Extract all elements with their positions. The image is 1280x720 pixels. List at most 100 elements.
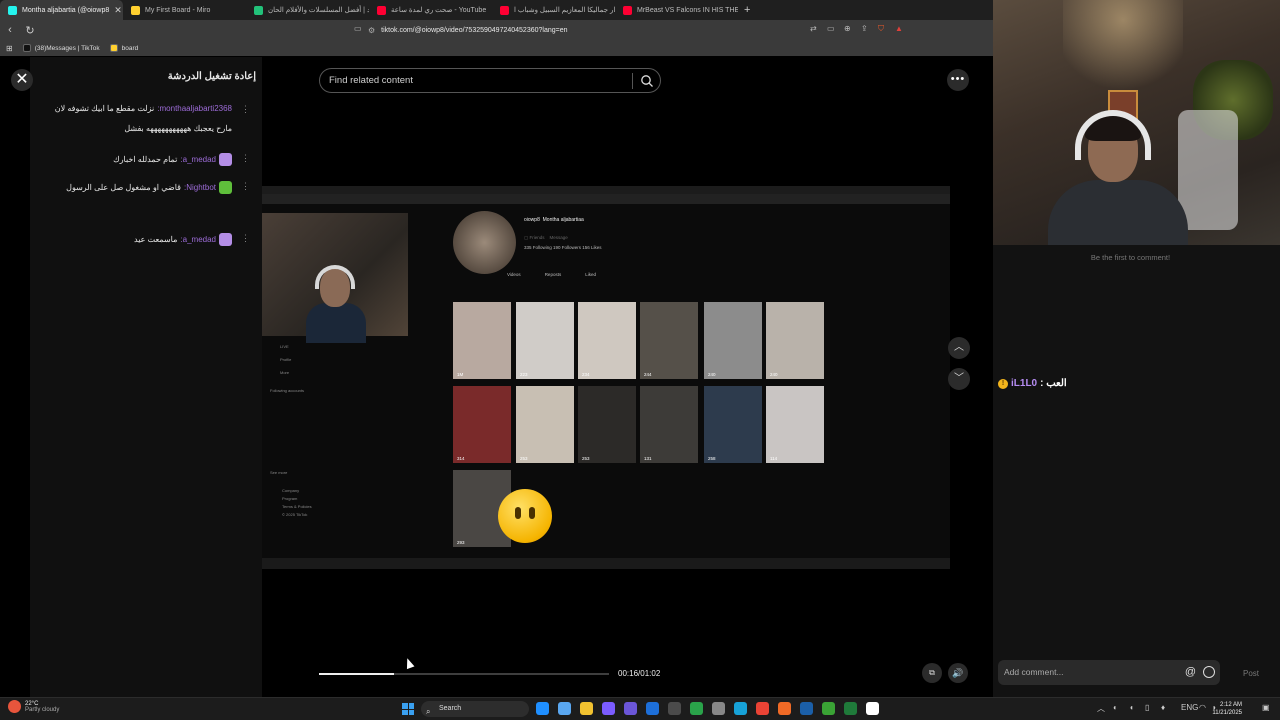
weather-icon [8, 700, 21, 713]
chat-username[interactable]: a_medad: [180, 155, 216, 164]
comment-input[interactable]: Add comment... @ [998, 660, 1220, 685]
recorded-video-thumbnail: 223 [516, 302, 574, 379]
taskbar-app-icon[interactable] [580, 702, 593, 715]
chat-text: تمام حمدلله اخبارك [113, 155, 178, 164]
chat-text: قاضي او مشغول صل على الرسول [66, 183, 181, 192]
search-icon[interactable] [640, 74, 654, 88]
streamer-webcam [993, 0, 1280, 245]
recorded-webcam [262, 213, 408, 343]
bookmarks-bar: ⊞ (38)Messages | TikTok board [0, 40, 993, 56]
recorded-sidebar-item: LIVE [280, 344, 289, 349]
chat-text: ماسمعت عيد [134, 235, 178, 244]
bookmark-icon[interactable]: ▭ [354, 24, 362, 36]
chat-username[interactable]: monthaaljabarti2368: [157, 104, 232, 113]
previous-video-button[interactable]: ︿ [948, 337, 970, 359]
tray-app-icon[interactable]: ◐ [1113, 703, 1118, 712]
tray-battery-icon[interactable]: ▯ [1145, 703, 1149, 712]
tray-wifi-icon[interactable]: ◠ [1199, 703, 1206, 712]
bookmark-favicon-icon [22, 44, 31, 52]
clock[interactable]: 2:12 AM 11/21/2025 [1212, 701, 1242, 717]
more-options-button[interactable]: ••• [947, 69, 969, 91]
tray-audio-icon[interactable]: ◖ [1129, 703, 1134, 712]
apps-grid-icon[interactable]: ⊞ [6, 44, 13, 53]
chat-more-icon[interactable]: ⋮ [241, 233, 250, 244]
taskbar-search[interactable]: ⌕ Search [421, 701, 529, 717]
browser-tab[interactable]: صحت ري لمدة ساعة - YouTube [369, 0, 492, 20]
taskbar-app-icon[interactable] [712, 702, 725, 715]
weather-widget[interactable]: 22°C Partly cloudy [8, 700, 59, 713]
tray-language[interactable]: ENG [1181, 703, 1198, 712]
chat-more-icon[interactable]: ⋮ [241, 181, 250, 192]
browser-tab[interactable]: My First Board - Miro [123, 0, 246, 20]
next-video-button[interactable]: ﹀ [948, 368, 970, 390]
recorded-video-thumbnail: 234 [578, 302, 636, 379]
taskbar-app-icon[interactable] [646, 702, 659, 715]
taskbar-app-icon[interactable] [778, 702, 791, 715]
taskbar-app-icon[interactable] [822, 702, 835, 715]
close-button[interactable]: ✕ [11, 69, 33, 91]
recorded-profile-avatar [453, 211, 516, 274]
notifications-icon[interactable]: ▣ [1262, 703, 1270, 712]
brave-shield-icon[interactable]: ⛉ [878, 24, 884, 36]
share-icon[interactable]: ⇪ [861, 24, 868, 36]
zoom-icon[interactable]: ⊕ [844, 24, 851, 36]
taskbar-app-icon[interactable] [602, 702, 615, 715]
recorded-video-thumbnail: 244 [640, 302, 698, 379]
volume-button[interactable]: 🔊 [948, 663, 968, 683]
taskbar-app-icon[interactable] [756, 702, 769, 715]
taskbar-app-icon[interactable] [800, 702, 813, 715]
taskbar-app-icon[interactable] [624, 702, 637, 715]
cast-icon[interactable]: ▭ [827, 24, 835, 36]
taskbar-app-icon[interactable] [668, 702, 681, 715]
browser-tab[interactable]: شاهد | أفضل المسلسلات والأفلام الحان [246, 0, 369, 20]
browser-tab[interactable]: MrBeast VS Falcons IN HIS THEME Fi [615, 0, 738, 20]
related-search-input[interactable]: Find related content [319, 68, 661, 93]
brave-rewards-icon[interactable]: ▲ [895, 24, 903, 36]
windows-start-icon[interactable] [402, 703, 414, 715]
recorded-video-thumbnail: 253 [578, 386, 636, 463]
emoji-icon[interactable] [1203, 666, 1215, 678]
recorded-view-count: 258 [708, 456, 716, 461]
bookmark-item[interactable]: (38)Messages | TikTok [22, 44, 100, 52]
recorded-sidebar-item: Profile [280, 357, 292, 362]
taskbar-app-icon[interactable] [690, 702, 703, 715]
recorded-sidebar-item: Following accounts [270, 388, 305, 393]
chat-more-icon[interactable]: ⋮ [241, 104, 250, 115]
chevron-down-icon: ﹀ [954, 373, 964, 384]
recorded-sidebar-item: © 2025 TikTok [282, 512, 308, 517]
url-text: tiktok.com/@oiowp8/video/753259049724045… [381, 26, 568, 34]
mention-icon[interactable]: @ [1185, 660, 1196, 685]
new-tab-icon[interactable]: + [738, 4, 756, 16]
browser-tab[interactable]: مزمار جماليكا المعازيم السبيل وشباب ا [492, 0, 615, 20]
picture-in-picture-button[interactable]: ⧉ [922, 663, 942, 683]
back-icon[interactable]: ‹ [0, 24, 20, 36]
post-button[interactable]: Post [1243, 669, 1259, 678]
tiktok-video-page: إعادة تشغيل الدردشة monthaaljabarti2368:… [0, 57, 993, 697]
chat-username[interactable]: a_medad: [180, 235, 216, 244]
tray-chevron-icon[interactable]: ︿ [1097, 703, 1105, 714]
reload-icon[interactable]: ↻ [20, 24, 40, 37]
recorded-view-count: 253 [520, 456, 528, 461]
site-info-icon[interactable]: ⚙ [368, 26, 375, 35]
chat-username[interactable]: Nightbot: [184, 183, 216, 192]
tray-mic-icon[interactable]: ♦ [1161, 703, 1165, 712]
bookmark-label: board [121, 44, 139, 52]
tab-favicon-icon [131, 5, 140, 15]
recorded-view-count: 223 [520, 372, 528, 377]
overlay-chat-text: : العب [1040, 378, 1067, 389]
video-progress-bar[interactable] [319, 673, 609, 675]
translate-icon[interactable]: ⇄ [810, 24, 817, 36]
taskbar-app-icon[interactable] [536, 702, 549, 715]
pip-icon: ⧉ [929, 668, 935, 677]
taskbar-app-icon[interactable] [866, 702, 879, 715]
bookmark-item[interactable]: board [109, 44, 139, 52]
taskbar-app-icon[interactable] [558, 702, 571, 715]
chat-more-icon[interactable]: ⋮ [241, 153, 250, 164]
taskbar-app-icon[interactable] [844, 702, 857, 715]
overlay-chat-message: ! iL1L0 : العب [998, 378, 1067, 389]
browser-tab[interactable]: Montha aljabartia (@oiowp8 ✕ [0, 0, 123, 20]
tab-close-icon[interactable]: ✕ [114, 5, 122, 16]
taskbar-app-icon[interactable] [734, 702, 747, 715]
volume-icon: 🔊 [952, 668, 964, 678]
video-player[interactable]: LIVE Profile More Following accounts See mor… [262, 186, 950, 569]
